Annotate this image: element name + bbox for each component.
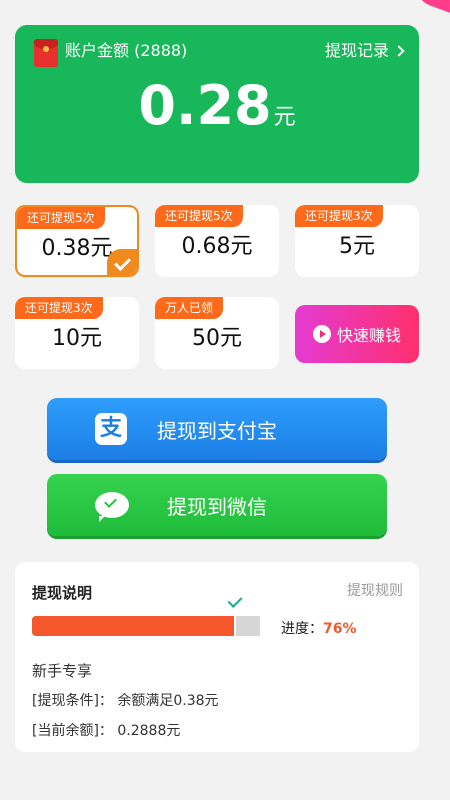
alipay-icon: 支 [95, 413, 127, 445]
chevron-right-icon [393, 45, 405, 57]
balance-card: 账户金额 (2888) 提现记录 0.28元 [15, 25, 419, 183]
balance-value: 0.28 [138, 74, 272, 137]
current-balance: [当前余额]： 0.2888元 [32, 723, 181, 739]
wechat-button-label: 提现到微信 [167, 494, 267, 519]
withdraw-option-0.68[interactable]: 还可提现5次 0.68元 [155, 205, 279, 277]
balance-unit: 元 [273, 105, 296, 130]
option-badge: 还可提现3次 [15, 297, 103, 319]
red-packet-icon [34, 39, 58, 67]
withdraw-record-label: 提现记录 [324, 41, 389, 60]
quick-earn-label: 快速赚钱 [336, 326, 401, 345]
alipay-button-label: 提现到支付宝 [157, 418, 277, 443]
progress-divider [260, 616, 262, 636]
option-badge: 还可提现5次 [17, 207, 105, 229]
progress-fill [32, 616, 235, 636]
withdraw-option-5[interactable]: 还可提现3次 5元 [295, 205, 419, 277]
withdraw-option-10[interactable]: 还可提现3次 10元 [15, 297, 139, 369]
withdraw-to-alipay-button[interactable]: 支 提现到支付宝 [47, 398, 387, 460]
withdraw-rules-link[interactable]: 提现规则 [347, 580, 403, 600]
progress-bar [32, 616, 262, 636]
withdraw-record-link[interactable]: 提现记录 [324, 40, 405, 62]
balance-amount: 0.28元 [15, 73, 419, 151]
corner-decoration [410, 0, 450, 20]
play-icon [312, 325, 331, 343]
option-value: 10元 [52, 326, 102, 351]
option-value: 5元 [339, 234, 375, 259]
option-badge: 万人已领 [155, 297, 224, 319]
newbie-exclusive: 新手专享 [32, 662, 93, 680]
quick-earn-button[interactable]: 快速赚钱 [295, 305, 419, 363]
withdraw-option-0.38[interactable]: 还可提现5次 0.38元 [15, 205, 139, 277]
account-label: 账户金额 (2888) [65, 41, 188, 60]
info-title: 提现说明 [32, 584, 93, 602]
wechat-icon [95, 492, 129, 522]
option-badge: 还可提现5次 [155, 205, 243, 227]
withdraw-to-wechat-button[interactable]: 提现到微信 [47, 474, 387, 536]
option-value: 0.68元 [181, 234, 253, 259]
progress-label: 进度：76% [281, 618, 357, 638]
withdraw-condition: [提现条件]： 余额满足0.38元 [32, 693, 219, 709]
selected-check-icon [107, 249, 137, 275]
withdraw-option-50[interactable]: 万人已领 50元 [155, 297, 279, 369]
option-value: 50元 [192, 326, 242, 351]
progress-label-text: 进度： [281, 621, 323, 637]
option-badge: 还可提现3次 [295, 205, 383, 227]
progress-value: 76% [323, 621, 357, 637]
progress-divider [234, 616, 236, 636]
withdraw-info-card: 提现说明 提现规则 进度：76% 新手专享 [提现条件]： 余额满足0.38元 … [15, 562, 419, 752]
progress-check-icon [227, 593, 243, 608]
